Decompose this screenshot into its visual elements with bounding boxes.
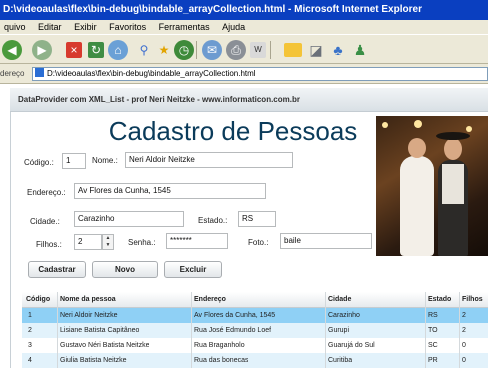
cell-endereco: Rua Braganholo	[194, 342, 245, 349]
table-row[interactable]: 3 Gustavo Néri Batista Neitzke Rua Braga…	[22, 338, 488, 353]
cell-codigo: 1	[28, 312, 32, 319]
cell-cidade: Gurupi	[328, 327, 350, 334]
filhos-label: Filhos.:	[36, 240, 62, 249]
table-row[interactable]: 1 Neri Aldoir Neitzke Av Flores da Cunha…	[22, 308, 488, 323]
column-header[interactable]: Estado	[428, 292, 460, 308]
cell-estado: RS	[428, 312, 438, 319]
column-divider[interactable]	[325, 292, 326, 368]
table-row[interactable]: 2 Lisiane Batista Capitâneo Rua José Edm…	[22, 323, 488, 338]
address-input[interactable]: D:\videoaulas\flex\bin-debug\bindable_ar…	[32, 67, 488, 81]
cell-estado: PR	[428, 357, 438, 364]
toolbar-separator	[270, 41, 271, 59]
cell-codigo: 2	[28, 327, 32, 334]
cell-filhos: 2	[462, 327, 466, 334]
estado-label: Estado.:	[198, 216, 228, 225]
stop-icon[interactable]: ×	[66, 42, 82, 58]
column-header[interactable]: Cidade	[328, 292, 424, 308]
senha-label: Senha.:	[128, 238, 156, 247]
cell-endereco: Rua José Edmundo Loef	[194, 327, 272, 334]
menu-exibir[interactable]: Exibir	[74, 22, 97, 32]
filhos-stepper[interactable]: 2	[74, 234, 102, 250]
foto-input[interactable]: baile	[280, 233, 372, 249]
grid-header: Código Nome da pessoa Endereço Cidade Es…	[22, 292, 488, 308]
nome-input[interactable]: Neri Aldoir Neitzke	[125, 152, 293, 168]
stepper-down-icon[interactable]: ▼	[103, 242, 113, 249]
cidade-label: Cidade.:	[30, 217, 60, 226]
senha-input[interactable]: *******	[166, 233, 228, 249]
search-icon[interactable]: ⚲	[134, 40, 154, 60]
cadastrar-button[interactable]: Cadastrar	[28, 261, 86, 278]
cell-codigo: 4	[28, 357, 32, 364]
stepper-up-icon[interactable]: ▲	[103, 235, 113, 242]
print-icon[interactable]: ⎙	[226, 40, 246, 60]
home-icon[interactable]: ⌂	[108, 40, 128, 60]
foto-label: Foto.:	[248, 238, 269, 247]
cell-filhos: 0	[462, 357, 466, 364]
filhos-stepper-arrows[interactable]: ▲ ▼	[102, 234, 114, 250]
menu-arquivo[interactable]: quivo	[4, 22, 26, 32]
people-datagrid[interactable]: Código Nome da pessoa Endereço Cidade Es…	[22, 292, 488, 368]
column-header[interactable]: Nome da pessoa	[60, 292, 190, 308]
cell-cidade: Carazinho	[328, 312, 360, 319]
cell-codigo: 3	[28, 342, 32, 349]
column-header[interactable]: Código	[26, 292, 56, 308]
cell-endereco: Rua das bonecas	[194, 357, 249, 364]
history-icon[interactable]: ◷	[174, 40, 194, 60]
cell-nome: Gustavo Néri Batista Neitzke	[60, 342, 150, 349]
cell-cidade: Curitiba	[328, 357, 353, 364]
back-icon[interactable]: ◀	[2, 40, 22, 60]
cell-estado: SC	[428, 342, 438, 349]
table-row[interactable]: 4 Giulia Batista Neitzke Rua das bonecas…	[22, 353, 488, 368]
folder-icon[interactable]	[284, 43, 302, 57]
chart-icon[interactable]: ◪	[306, 40, 326, 60]
cell-estado: TO	[428, 327, 438, 334]
estado-input[interactable]: RS	[238, 211, 276, 227]
cell-nome: Neri Aldoir Neitzke	[60, 312, 118, 319]
msn-icon[interactable]: ♣	[328, 40, 348, 60]
cell-endereco: Av Flores da Cunha, 1545	[194, 312, 276, 319]
cell-nome: Giulia Batista Neitzke	[60, 357, 127, 364]
window-title-bar: D:\videoaulas\flex\bin-debug\bindable_ar…	[0, 0, 488, 20]
cell-cidade: Guarujá do Sul	[328, 342, 375, 349]
novo-button[interactable]: Novo	[92, 261, 158, 278]
person-photo	[376, 116, 488, 256]
column-divider[interactable]	[459, 292, 460, 368]
cell-nome: Lisiane Batista Capitâneo	[60, 327, 140, 334]
menu-bar: quivo Editar Exibir Favoritos Ferramenta…	[0, 20, 488, 34]
page-icon	[35, 68, 44, 77]
menu-ajuda[interactable]: Ajuda	[222, 22, 245, 32]
panel-title: DataProvider com XML_List - prof Neri Ne…	[18, 95, 300, 104]
address-label: dereço	[0, 69, 25, 78]
browser-toolbar: ◀ ▶ × ↻ ⌂ ⚲ ★ ◷ ✉ ⎙ W ◪ ♣ ♟	[0, 34, 488, 64]
column-divider[interactable]	[191, 292, 192, 368]
column-header[interactable]: Endereço	[194, 292, 324, 308]
endereco-label: Endereço.:	[27, 188, 66, 197]
mail-icon[interactable]: ✉	[202, 40, 222, 60]
nome-label: Nome.:	[92, 156, 118, 165]
codigo-input[interactable]: 1	[62, 153, 86, 169]
codigo-label: Código.:	[24, 158, 54, 167]
address-url: D:\videoaulas\flex\bin-debug\bindable_ar…	[47, 69, 256, 78]
endereco-input[interactable]: Av Flores da Cunha, 1545	[74, 183, 266, 199]
window-title: D:\videoaulas\flex\bin-debug\bindable_ar…	[3, 4, 422, 15]
menu-favoritos[interactable]: Favoritos	[109, 22, 146, 32]
refresh-icon[interactable]: ↻	[88, 42, 104, 58]
favorites-icon[interactable]: ★	[154, 40, 174, 60]
messenger-icon[interactable]: ♟	[350, 40, 370, 60]
column-divider[interactable]	[425, 292, 426, 368]
cell-filhos: 0	[462, 342, 466, 349]
menu-ferramentas[interactable]: Ferramentas	[159, 22, 210, 32]
cidade-input[interactable]: Carazinho	[74, 211, 184, 227]
toolbar-separator	[196, 41, 197, 59]
excluir-button[interactable]: Excluir	[164, 261, 222, 278]
menu-editar[interactable]: Editar	[38, 22, 62, 32]
cell-filhos: 2	[462, 312, 466, 319]
edit-icon[interactable]: W	[250, 42, 266, 58]
form-heading: Cadastro de Pessoas	[108, 116, 358, 146]
address-bar: dereço D:\videoaulas\flex\bin-debug\bind…	[0, 64, 488, 84]
column-header[interactable]: Filhos	[462, 292, 488, 308]
forward-icon[interactable]: ▶	[32, 40, 52, 60]
column-divider[interactable]	[57, 292, 58, 368]
panel-header: DataProvider com XML_List - prof Neri Ne…	[10, 88, 488, 112]
